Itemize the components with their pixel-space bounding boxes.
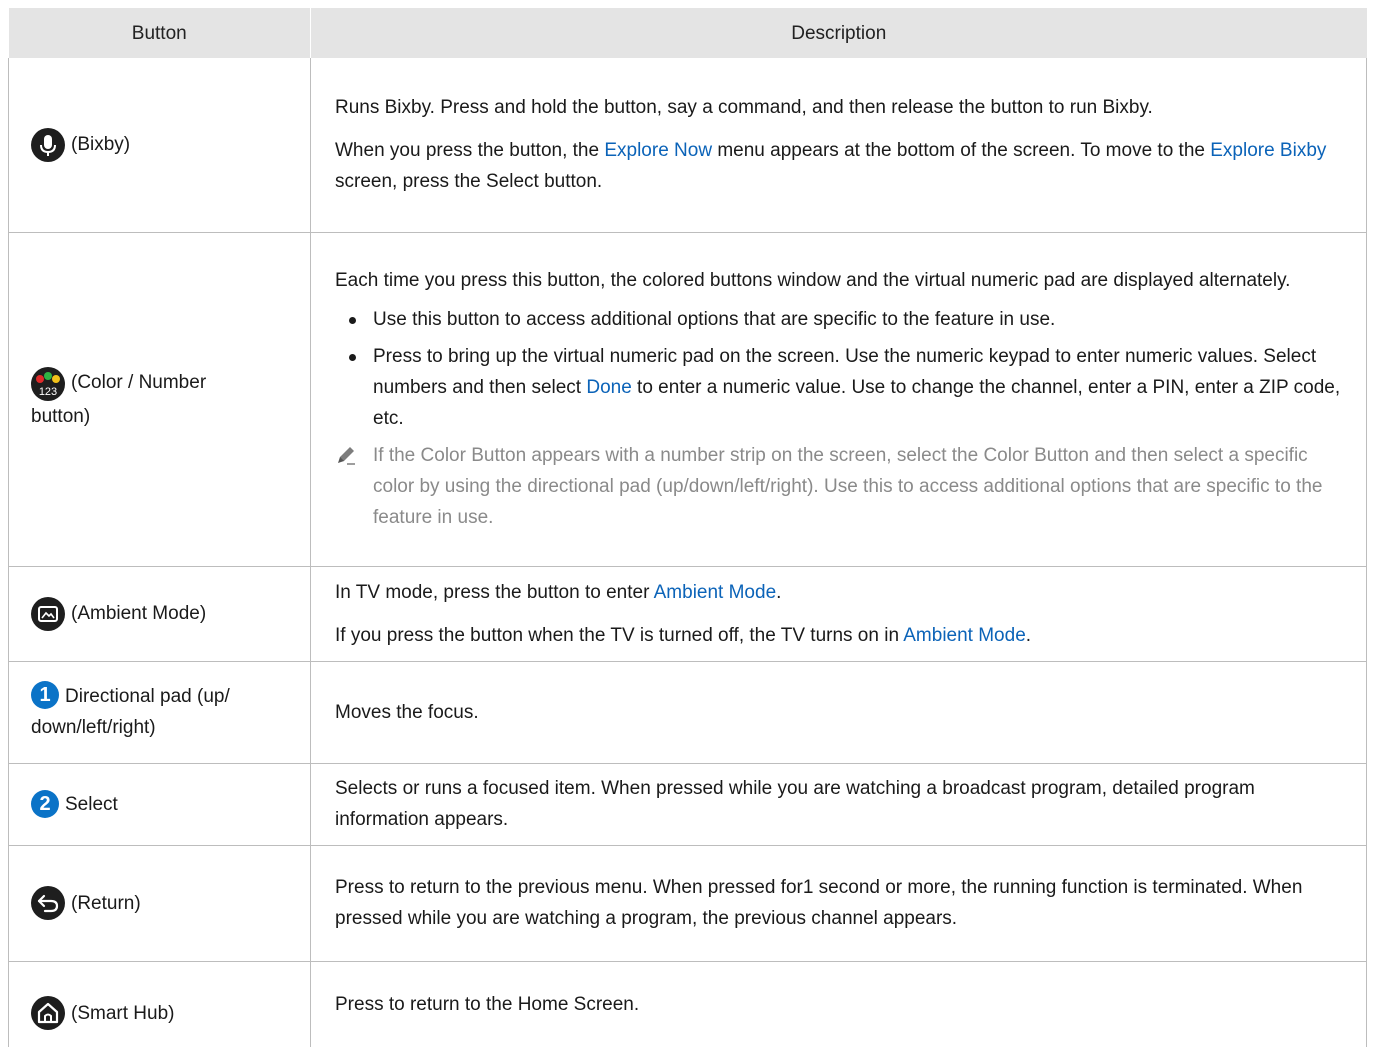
description-text: In TV mode, press the button to enter Am…: [335, 581, 782, 603]
ambient-mode-link[interactable]: Ambient Mode: [903, 625, 1026, 646]
description-text: Moves the focus.: [335, 701, 479, 723]
header-description: Description: [310, 8, 1367, 58]
button-label: Directional pad (up/: [65, 686, 230, 707]
pencil-icon: [335, 444, 357, 476]
bullet-item: Use this button to access additional opt…: [335, 304, 1348, 335]
button-cell: (Ambient Mode): [8, 566, 311, 662]
number-badge-1: 1: [31, 681, 59, 709]
done-link[interactable]: Done: [586, 377, 631, 398]
table-row: 123 (Color / Number button) Each time yo…: [8, 232, 1367, 567]
ambient-mode-link[interactable]: Ambient Mode: [654, 582, 777, 603]
table-row: (Ambient Mode) In TV mode, press the but…: [8, 566, 1367, 662]
number-badge-2: 2: [31, 790, 59, 818]
button-cell: 1 Directional pad (up/ down/left/right): [8, 661, 311, 764]
button-cell: (Smart Hub): [8, 961, 311, 1047]
return-icon: [31, 886, 65, 920]
color-number-icon: 123: [31, 366, 65, 401]
description-cell: Selects or runs a focused item. When pre…: [310, 763, 1367, 846]
description-text: Press to return to the Home Screen.: [335, 993, 640, 1015]
description-cell: Moves the focus.: [310, 661, 1367, 764]
explore-bixby-link[interactable]: Explore Bixby: [1210, 140, 1326, 161]
description-text: Selects or runs a focused item. When pre…: [335, 778, 1255, 830]
button-label: (Bixby): [71, 134, 131, 156]
description-text: When you press the button, the Explore N…: [335, 140, 1327, 193]
bullet-item: Press to bring up the virtual numeric pa…: [335, 341, 1348, 434]
description-cell: Press to return to the previous menu. Wh…: [310, 845, 1367, 962]
button-label-continued: button): [31, 405, 91, 427]
button-label: (Color / Number: [71, 371, 207, 393]
header-button: Button: [8, 8, 311, 58]
home-icon: [31, 996, 65, 1031]
explore-now-link[interactable]: Explore Now: [604, 140, 712, 161]
table-row: 2 Select Selects or runs a focused item.…: [8, 763, 1367, 846]
description-cell: In TV mode, press the button to enter Am…: [310, 566, 1367, 662]
remote-buttons-table: Button Description (Bixby) Runs Bixby. P…: [8, 8, 1367, 1047]
description-cell: Runs Bixby. Press and hold the button, s…: [310, 58, 1367, 233]
table-row: (Smart Hub) Press to return to the Home …: [8, 961, 1367, 1047]
description-text: Each time you press this button, the col…: [335, 270, 1291, 291]
button-cell: 2 Select: [8, 763, 311, 846]
note-text: If the Color Button appears with a numbe…: [373, 445, 1323, 528]
description-text: If you press the button when the TV is t…: [335, 624, 1032, 646]
button-cell: (Return): [8, 845, 311, 962]
note: If the Color Button appears with a numbe…: [335, 440, 1348, 533]
button-label-continued: down/left/right): [31, 717, 156, 738]
table-header-row: Button Description: [8, 8, 1367, 58]
button-label: (Smart Hub): [71, 1002, 175, 1024]
description-cell: Press to return to the Home Screen.: [310, 961, 1367, 1047]
microphone-icon: [31, 127, 65, 162]
svg-text:123: 123: [39, 386, 57, 398]
description-cell: Each time you press this button, the col…: [310, 232, 1367, 567]
button-cell: (Bixby): [8, 58, 311, 233]
description-text: Press to return to the previous menu. Wh…: [335, 877, 1303, 929]
table-row: (Return) Press to return to the previous…: [8, 845, 1367, 962]
description-text: Runs Bixby. Press and hold the button, s…: [335, 97, 1153, 119]
table-row: (Bixby) Runs Bixby. Press and hold the b…: [8, 58, 1367, 233]
button-label: (Return): [71, 892, 141, 914]
table-row: 1 Directional pad (up/ down/left/right) …: [8, 661, 1367, 764]
button-label: (Ambient Mode): [71, 603, 207, 624]
ambient-mode-icon: [31, 596, 65, 631]
button-cell: 123 (Color / Number button): [8, 232, 311, 567]
button-label: Select: [65, 793, 118, 815]
